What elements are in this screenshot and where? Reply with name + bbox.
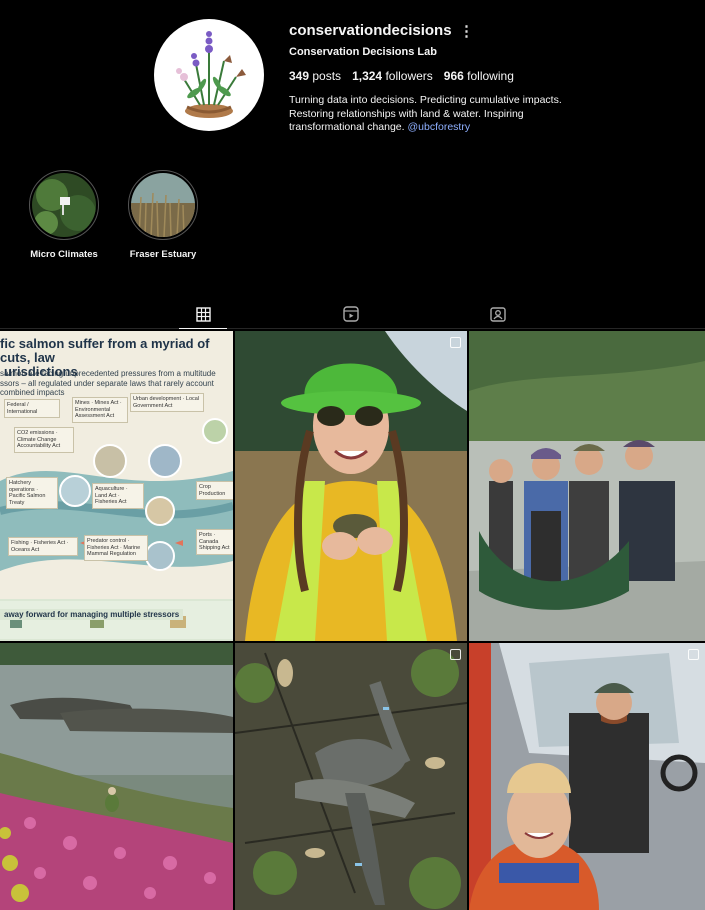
infographic-box: Predator control · Fisheries Act · Marin…	[84, 535, 148, 561]
post-salmon-infographic[interactable]: fic salmon suffer from a myriad of cuts,…	[0, 331, 233, 641]
profile-avatar[interactable]	[154, 19, 264, 131]
infographic-subtitle-line: salmon are facing unprecedented pressure…	[0, 369, 216, 378]
tagged-icon	[490, 307, 506, 322]
posts-stat: 349 posts	[289, 69, 341, 83]
infographic-footer: away forward for managing multiple stres…	[0, 609, 184, 620]
reels-icon	[343, 306, 359, 322]
tab-tagged[interactable]	[485, 300, 511, 328]
bio-line: transformational change. @ubcforestry	[289, 121, 471, 133]
profile-bio: Turning data into decisions. Predicting …	[289, 94, 589, 135]
highlight-micro-climates[interactable]: Micro Climates	[19, 170, 109, 260]
highlight-label: Fraser Estuary	[129, 249, 197, 260]
highlight-cover-image	[131, 173, 195, 237]
infographic-subtitle-line: ssors – all regulated under separate law…	[0, 378, 214, 388]
infographic-box: Ports · Canada Shipping Act	[196, 529, 233, 555]
posts-label: posts	[312, 69, 342, 83]
followers-label: followers	[385, 69, 433, 83]
carousel-icon	[688, 649, 699, 660]
infographic-box: CO2 emissions · Climate Change Accountab…	[14, 427, 74, 453]
post-bird-specimen[interactable]	[235, 643, 467, 910]
highlight-ring	[29, 170, 99, 240]
infographic-box: Mines · Mines Act · Environmental Assess…	[72, 397, 128, 423]
highlight-ring	[128, 170, 198, 240]
posts-count: 349	[289, 69, 310, 83]
infographic-box: Fishing · Fisheries Act · Oceans Act	[8, 537, 78, 556]
following-label: following	[467, 69, 514, 83]
carousel-icon	[450, 337, 461, 348]
highlight-fraser-estuary[interactable]: Fraser Estuary	[118, 170, 208, 260]
infographic-box: Federal / International	[4, 399, 60, 418]
highlight-cover-image	[32, 173, 96, 237]
post-photo	[469, 331, 705, 641]
post-photo	[0, 643, 233, 910]
following-count: 966	[443, 69, 464, 83]
carousel-icon	[450, 649, 461, 660]
bio-line: Turning data into decisions. Predicting …	[289, 94, 562, 106]
post-photo	[235, 643, 467, 910]
highlight-label: Micro Climates	[30, 249, 98, 260]
following-stat[interactable]: 966 following	[444, 69, 514, 83]
followers-count: 1,324	[352, 69, 383, 83]
flower-logo-icon	[176, 31, 246, 118]
bio-line: Restoring relationships with land & wate…	[289, 107, 524, 120]
post-photo	[235, 331, 467, 641]
infographic-box: Aquaculture · Land Act · Fisheries Act	[92, 483, 144, 509]
infographic-box: Crop Production	[196, 481, 233, 500]
profile-stats: 349 posts 1,324 followers 966 following	[289, 69, 525, 83]
profile-full-name: Conservation Decisions Lab	[289, 46, 437, 58]
more-options-icon[interactable]: ⋮	[459, 22, 474, 40]
profile-username[interactable]: conservationdecisions	[289, 22, 452, 39]
post-estuary-seining[interactable]	[469, 331, 705, 641]
tabs-divider	[0, 328, 705, 329]
post-photo	[469, 643, 705, 910]
grid-icon	[195, 306, 211, 322]
infographic-box: Urban development · Local Government Act	[130, 393, 204, 412]
post-coastal-meadow[interactable]	[0, 643, 233, 910]
infographic-title-line: fic salmon suffer from a myriad of cuts,…	[0, 336, 210, 365]
infographic-box: Hatchery operations · Pacific Salmon Tre…	[6, 477, 58, 509]
bio-link[interactable]: @ubcforestry	[408, 121, 471, 133]
post-boat-selfie[interactable]	[469, 643, 705, 910]
tab-posts[interactable]	[179, 300, 227, 329]
post-field-researcher-frog[interactable]	[235, 331, 467, 641]
followers-stat[interactable]: 1,324 followers	[352, 69, 433, 83]
tab-reels[interactable]	[338, 300, 364, 328]
